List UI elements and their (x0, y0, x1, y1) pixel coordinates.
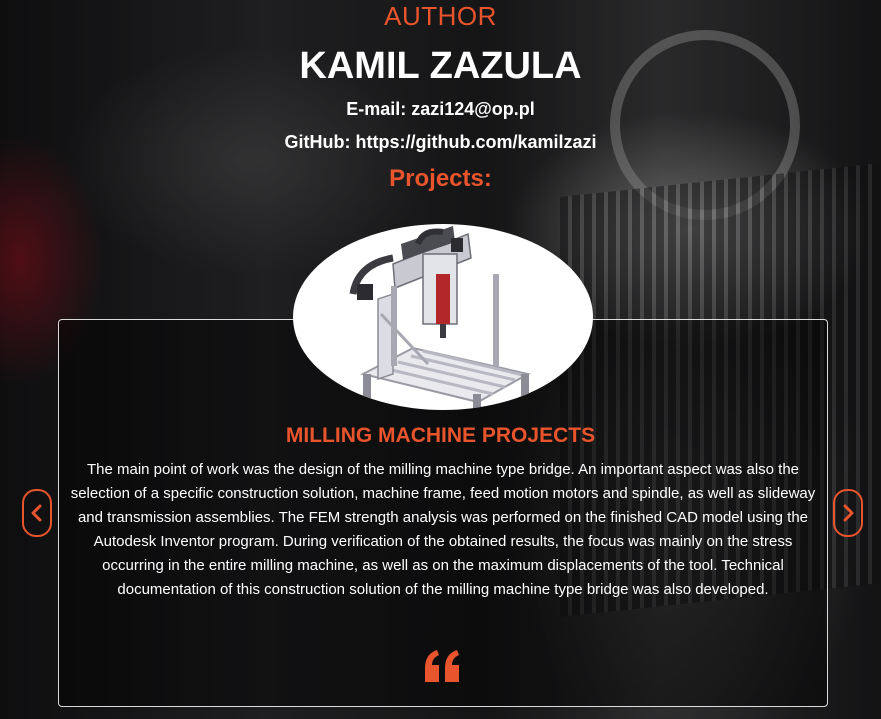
author-name: KAMIL ZAZULA (299, 45, 582, 87)
carousel-prev-button[interactable] (22, 489, 52, 537)
milling-machine-illustration (349, 226, 531, 408)
projects-heading: Projects: (389, 165, 492, 192)
quote-icon (423, 648, 463, 684)
chevron-left-icon (31, 504, 42, 522)
author-label: AUTHOR (384, 1, 497, 31)
project-image (293, 224, 593, 410)
github-line: GitHub: https://github.com/kamilzazi (284, 132, 597, 152)
project-description: The main point of work was the design of… (70, 461, 816, 598)
email-line: E-mail: zazi124@op.pl (346, 99, 535, 119)
project-title: MILLING MACHINE PROJECTS (285, 424, 596, 447)
carousel-next-button[interactable] (833, 489, 863, 537)
chevron-right-icon (843, 504, 854, 522)
